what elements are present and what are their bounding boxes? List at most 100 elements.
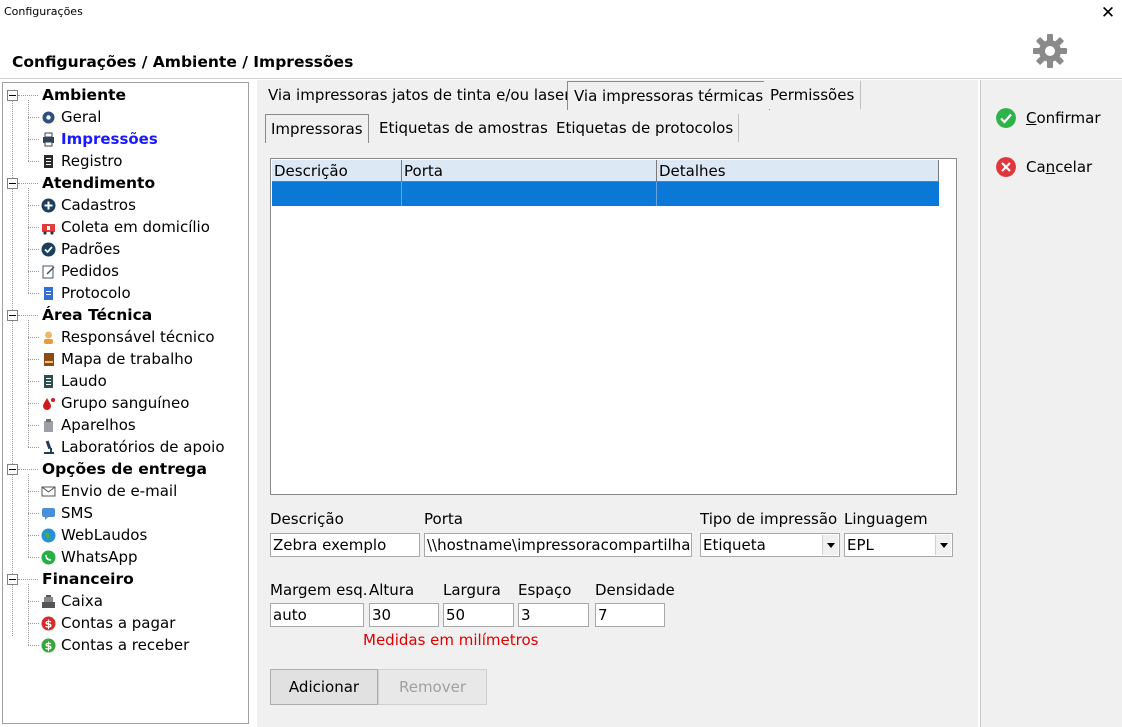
tree-item-label: WhatsApp: [61, 548, 138, 566]
tree-item[interactable]: Geral: [3, 106, 243, 128]
tree-item-label: Cadastros: [61, 196, 136, 214]
tree-category[interactable]: Área Técnica: [3, 304, 243, 326]
column-header-descricao[interactable]: Descrição: [272, 160, 402, 182]
table-row-cell[interactable]: [272, 182, 402, 206]
tree-item[interactable]: Envio de e-mail: [3, 480, 243, 502]
tree-connector: [28, 161, 39, 162]
tree-item[interactable]: Protocolo: [3, 282, 243, 304]
densidade-field[interactable]: 7: [595, 603, 665, 627]
tree-item[interactable]: WhatsApp: [3, 546, 243, 568]
tree-item-label: Laboratórios de apoio: [61, 438, 225, 456]
tree-category-label: Financeiro: [42, 570, 134, 588]
tree-connector: [28, 100, 29, 161]
tree-connector: [28, 513, 39, 514]
tipo-impressao-select[interactable]: Etiqueta: [700, 533, 840, 557]
chevron-down-icon[interactable]: [935, 535, 951, 555]
porta-field[interactable]: \\hostname\impressoracompartilhada: [424, 533, 692, 557]
collapse-toggle-icon[interactable]: [7, 178, 18, 189]
espaco-label: Espaço: [518, 581, 572, 599]
tree-connector: [18, 315, 38, 316]
tree-item[interactable]: Aparelhos: [3, 414, 243, 436]
collapse-toggle-icon[interactable]: [7, 574, 18, 585]
collapse-toggle-icon[interactable]: [7, 464, 18, 475]
linguagem-value: EPL: [847, 536, 874, 554]
tree-category[interactable]: Ambiente: [3, 84, 243, 106]
largura-field[interactable]: 50: [443, 603, 514, 627]
chevron-down-icon[interactable]: [822, 535, 838, 555]
tree-item[interactable]: Padrões: [3, 238, 243, 260]
tree-category[interactable]: Financeiro: [3, 568, 243, 590]
tab-termicas[interactable]: Via impressoras térmicas: [567, 81, 771, 110]
tree-item[interactable]: Grupo sanguíneo: [3, 392, 243, 414]
tree-item-label: Mapa de trabalho: [61, 350, 193, 368]
tree-connector: [28, 359, 39, 360]
tree-item[interactable]: Impressões: [3, 128, 243, 150]
settings-gear-icon: [1033, 34, 1067, 68]
tree-item[interactable]: Registro: [3, 150, 243, 172]
report-icon: [44, 375, 53, 388]
tab-jato-laser[interactable]: Via impressoras jatos de tinta e/ou lase…: [262, 81, 578, 109]
collapse-toggle-icon[interactable]: [7, 90, 18, 101]
settings-tree[interactable]: Ambiente Geral Impressões Registro Atendimen…: [2, 82, 249, 724]
printer-icon: [43, 132, 54, 147]
microscope-icon: [44, 440, 54, 454]
table-row-cell[interactable]: [402, 182, 657, 206]
book-icon: [44, 353, 54, 366]
tree-item[interactable]: SMS: [3, 502, 243, 524]
gear-icon: [42, 111, 55, 124]
tree-connector: [28, 491, 39, 492]
tree-category-label: Atendimento: [42, 174, 156, 192]
tree-item-label: WebLaudos: [61, 526, 148, 544]
ambulance-icon: [42, 224, 55, 235]
tree-item[interactable]: Caixa: [3, 590, 243, 612]
document-icon: [44, 155, 53, 168]
blue-document-icon: [44, 287, 53, 300]
margem-field[interactable]: auto: [270, 603, 364, 627]
tree-connector: [18, 95, 38, 96]
add-button[interactable]: Adicionar: [270, 669, 378, 705]
tree-item[interactable]: $ Contas a pagar: [3, 612, 243, 634]
tree-item[interactable]: WebLaudos: [3, 524, 243, 546]
tree-item-label: Envio de e-mail: [61, 482, 178, 500]
units-note: Medidas em milímetros: [363, 631, 539, 649]
table-row-cell[interactable]: [657, 182, 939, 206]
tree-connector: [28, 535, 39, 536]
descricao-field[interactable]: Zebra exemplo: [270, 533, 420, 557]
tree-connector: [28, 271, 39, 272]
tree-item[interactable]: Mapa de trabalho: [3, 348, 243, 370]
espaco-field[interactable]: 3: [518, 603, 589, 627]
close-button[interactable]: ✕: [1094, 0, 1122, 26]
check-circle-icon: [996, 108, 1016, 128]
tree-item[interactable]: Responsável técnico: [3, 326, 243, 348]
tree-item[interactable]: Pedidos: [3, 260, 243, 282]
subtab-etiquetas-amostras[interactable]: Etiquetas de amostras: [374, 114, 554, 142]
tree-connector: [28, 337, 39, 338]
tree-category[interactable]: Opções de entrega: [3, 458, 243, 480]
tree-connector: [28, 623, 39, 624]
tree-category[interactable]: Atendimento: [3, 172, 243, 194]
subtab-etiquetas-protocolos[interactable]: Etiquetas de protocolos: [551, 114, 740, 142]
tree-connector: [28, 227, 39, 228]
whatsapp-icon: [41, 550, 56, 565]
linguagem-select[interactable]: EPL: [844, 533, 953, 557]
printers-grid[interactable]: Descrição Porta Detalhes: [270, 158, 957, 495]
tree-connector: [28, 188, 29, 293]
column-header-detalhes[interactable]: Detalhes: [657, 160, 939, 182]
tab-permissoes[interactable]: Permissões: [764, 81, 862, 109]
tree-item[interactable]: Laudo: [3, 370, 243, 392]
tree-category-label: Ambiente: [42, 86, 127, 104]
altura-field[interactable]: 30: [369, 603, 439, 627]
tree-item-label: Aparelhos: [61, 416, 136, 434]
tree-item-label: SMS: [61, 504, 93, 522]
collapse-toggle-icon[interactable]: [7, 310, 18, 321]
tree-connector: [28, 293, 39, 294]
tree-item[interactable]: Cadastros: [3, 194, 243, 216]
tree-item[interactable]: $ Contas a receber: [3, 634, 243, 656]
remove-button[interactable]: Remover: [378, 669, 487, 705]
tree-item-label: Laudo: [61, 372, 107, 390]
tipo-impressao-value: Etiqueta: [703, 536, 766, 554]
tree-item[interactable]: Laboratórios de apoio: [3, 436, 243, 458]
column-header-porta[interactable]: Porta: [402, 160, 657, 182]
subtab-impressoras[interactable]: Impressoras: [265, 114, 369, 143]
tree-item[interactable]: Coleta em domicílio: [3, 216, 243, 238]
